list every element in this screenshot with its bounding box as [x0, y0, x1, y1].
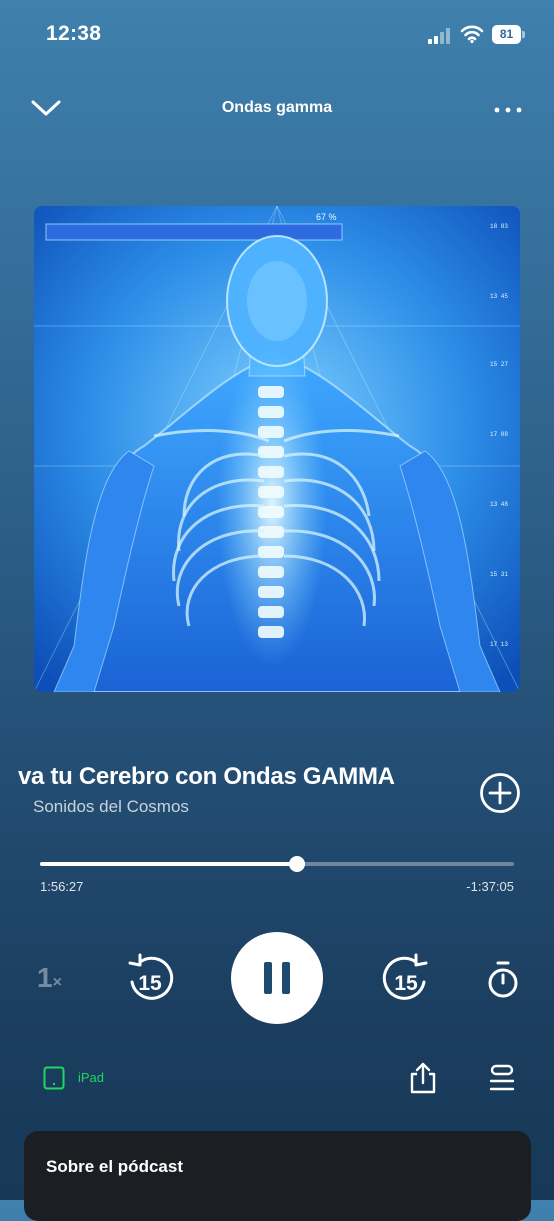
share-icon[interactable]: [408, 1062, 438, 1094]
add-icon[interactable]: [478, 771, 522, 815]
episode-artwork: 67 % 18 83 13 45 15 27 17 08 13 48 15 31 17 1…: [34, 206, 520, 692]
progress-bar[interactable]: [40, 862, 514, 866]
rewind-seconds: 15: [138, 972, 162, 995]
episode-title: va tu Cerebro con Ondas GAMMA: [18, 763, 395, 790]
remaining-time: -1:37:05: [466, 879, 514, 894]
svg-text:15 27: 15 27: [490, 361, 508, 368]
svg-text:13 45: 13 45: [490, 293, 508, 300]
cellular-signal-icon: [428, 28, 454, 44]
progress-handle[interactable]: [289, 856, 306, 872]
speed-value: 1: [37, 962, 53, 993]
pause-icon: [264, 962, 272, 994]
artwork-percent-label: 67 %: [316, 212, 337, 222]
svg-text:13 48: 13 48: [490, 501, 508, 508]
battery-icon: 81: [492, 25, 526, 44]
rewind-15-icon[interactable]: 15: [126, 952, 174, 1004]
connected-device-label[interactable]: iPad: [78, 1070, 104, 1085]
more-icon[interactable]: [492, 100, 524, 120]
battery-level: 81: [492, 25, 521, 44]
queue-icon[interactable]: [488, 1064, 516, 1094]
tablet-icon[interactable]: [42, 1066, 66, 1090]
podcast-name[interactable]: Sonidos del Cosmos: [33, 797, 189, 817]
forward-seconds: 15: [394, 972, 418, 995]
sleep-timer-icon[interactable]: [484, 958, 522, 1000]
forward-15-icon[interactable]: 15: [382, 952, 430, 1004]
wifi-icon: [460, 25, 484, 44]
about-podcast-title: Sobre el pódcast: [46, 1157, 183, 1176]
playback-speed-button[interactable]: 1×: [37, 962, 62, 994]
svg-text:15 31: 15 31: [490, 571, 508, 578]
about-podcast-card[interactable]: Sobre el pódcast: [24, 1131, 531, 1221]
svg-text:17 08: 17 08: [490, 431, 508, 438]
elapsed-time: 1:56:27: [40, 879, 84, 894]
playlist-title: Ondas gamma: [221, 99, 333, 116]
progress-fill: [40, 862, 298, 866]
svg-text:18 83: 18 83: [490, 223, 508, 230]
pause-button[interactable]: [231, 932, 323, 1024]
status-time: 12:38: [46, 22, 102, 45]
speed-unit: ×: [52, 974, 62, 991]
svg-text:17 13: 17 13: [490, 641, 508, 648]
